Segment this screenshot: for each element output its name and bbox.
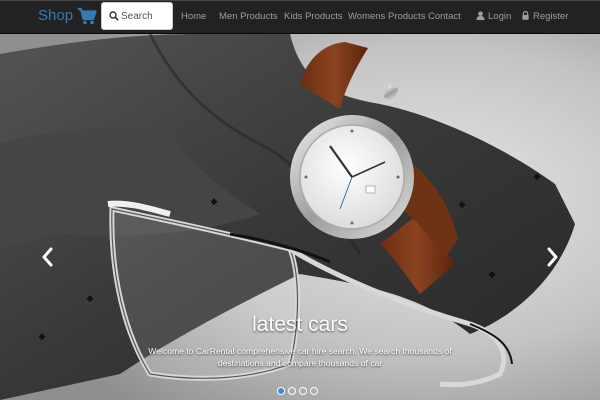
chevron-right-icon[interactable] bbox=[546, 246, 560, 268]
carousel-caption-title: latest cars bbox=[252, 313, 348, 336]
search-box[interactable] bbox=[101, 2, 173, 30]
nav-contact[interactable]: Contact bbox=[428, 11, 461, 22]
navbar: Shop Home Men Products Kids Products Wom… bbox=[0, 0, 600, 34]
register-label: Register bbox=[533, 11, 569, 22]
navbar-top-border bbox=[0, 0, 600, 1]
brand-link[interactable]: Shop bbox=[38, 7, 97, 25]
nav-kids-products[interactable]: Kids Products bbox=[284, 11, 343, 22]
carousel-caption-text: Welcome to CarRental comprehensive car h… bbox=[148, 346, 452, 368]
nav-register[interactable]: Register bbox=[521, 11, 568, 22]
search-icon bbox=[109, 11, 119, 21]
nav-men-products[interactable]: Men Products bbox=[219, 11, 278, 22]
nav-login[interactable]: Login bbox=[476, 11, 511, 22]
search-input[interactable] bbox=[121, 10, 173, 22]
brand-label: Shop bbox=[38, 7, 74, 24]
carousel-indicator-2[interactable] bbox=[288, 387, 296, 395]
user-icon bbox=[476, 11, 485, 20]
shopping-cart-icon bbox=[78, 7, 97, 25]
carousel-indicators bbox=[277, 387, 318, 395]
login-label: Login bbox=[488, 11, 512, 22]
nav-womens-products[interactable]: Womens Products bbox=[348, 11, 425, 22]
lock-icon bbox=[522, 11, 529, 20]
carousel-indicator-3[interactable] bbox=[299, 387, 307, 395]
chevron-left-icon[interactable] bbox=[40, 246, 54, 268]
nav-home[interactable]: Home bbox=[181, 11, 206, 22]
carousel-indicator-1[interactable] bbox=[277, 387, 285, 395]
carousel-indicator-4[interactable] bbox=[310, 387, 318, 395]
